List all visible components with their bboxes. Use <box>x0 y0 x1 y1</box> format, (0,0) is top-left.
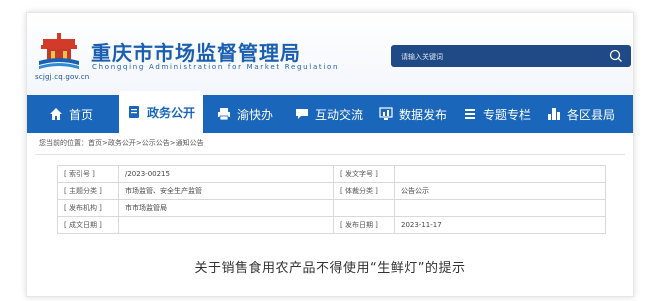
nav-item-special-topics[interactable]: 专题专栏 <box>463 95 531 133</box>
table-cell-value: 2023-11-17 <box>394 216 606 234</box>
table-row: [ 发布机构 ] 市市场监管局 <box>57 199 606 217</box>
chart-icon <box>379 107 393 120</box>
building-icon <box>548 108 560 120</box>
page-frame: scjgj.cq.gov.cn 重庆市市场监督管理局 Chongqing Adm… <box>26 12 634 297</box>
nav-item-home[interactable]: 首页 <box>49 95 93 133</box>
nav-item-government-affairs[interactable]: 政务公开 <box>119 91 204 133</box>
list-icon <box>465 109 475 119</box>
nav-item-label: 数据发布 <box>399 107 448 122</box>
search-input[interactable] <box>399 48 603 66</box>
table-cell-label: [ 发文字号 ] <box>333 165 395 183</box>
nav-item-data-release[interactable]: 数据发布 <box>379 95 447 133</box>
document-icon <box>129 106 139 118</box>
nav-item-district-bureaus[interactable]: 各区县局 <box>547 95 615 133</box>
table-cell-value: 市市场监管局 <box>118 199 334 217</box>
nav-item-label: 专题专栏 <box>483 107 532 122</box>
nav-item-label: 首页 <box>69 107 94 122</box>
nav-item-label: 渝快办 <box>237 107 274 122</box>
table-cell-label <box>333 199 395 217</box>
table-cell-value: 市场监管、安全生产监管 <box>118 182 334 200</box>
table-row: [ 索引号 ] /2023-00215 [ 发文字号 ] <box>57 165 606 183</box>
site-title[interactable]: 重庆市市场监督管理局 <box>91 37 301 66</box>
nav-item-interaction[interactable]: 互动交流 <box>295 95 363 133</box>
table-cell-value <box>118 216 334 234</box>
table-cell-value: /2023-00215 <box>118 165 334 183</box>
table-cell-value <box>394 199 606 217</box>
document-title: 关于销售食用农产品不得使用“生鲜灯”的提示 <box>194 261 466 276</box>
table-row: [ 成文日期 ] [ 发布日期 ] 2023-11-17 <box>57 216 606 234</box>
table-cell-value <box>394 165 606 183</box>
divider <box>35 154 625 155</box>
table-cell-value: 公告公示 <box>394 182 606 200</box>
chat-icon <box>296 109 308 119</box>
nav-item-label: 各区县局 <box>567 107 616 122</box>
site-domain: scjgj.cq.gov.cn <box>35 73 90 81</box>
home-icon <box>50 108 62 120</box>
nav-item-label: 政务公开 <box>147 105 196 120</box>
nav-item-yukuaiban[interactable]: 渝快办 <box>217 95 273 133</box>
table-cell-label: [ 成文日期 ] <box>57 216 119 234</box>
table-cell-label: [ 发布机构 ] <box>57 199 119 217</box>
table-cell-label: [ 索引号 ] <box>57 165 119 183</box>
table-cell-label: [ 体裁分类 ] <box>333 182 395 200</box>
table-cell-label: [ 发布日期 ] <box>333 216 395 234</box>
search-icon[interactable] <box>609 49 623 63</box>
search-box <box>391 45 631 67</box>
table-cell-label: [ 主题分类 ] <box>57 182 119 200</box>
site-subtitle: Chongqing Administration for Market Regu… <box>92 63 340 71</box>
printer-icon <box>218 108 230 121</box>
main-nav: 首页 政务公开 渝快办 互动交流 数据发布 专题专栏 各区县局 <box>27 91 633 133</box>
site-header: scjgj.cq.gov.cn 重庆市市场监督管理局 Chongqing Adm… <box>27 13 633 95</box>
document-info-table: [ 索引号 ] /2023-00215 [ 发文字号 ] [ 主题分类 ] 市场… <box>57 165 606 234</box>
nav-item-label: 互动交流 <box>315 107 364 122</box>
table-row: [ 主题分类 ] 市场监管、安全生产监管 [ 体裁分类 ] 公告公示 <box>57 182 606 200</box>
breadcrumb[interactable]: 您当前的位置：首页>政务公开>公示公告>通知公告 <box>39 138 204 148</box>
city-logo-icon[interactable] <box>37 31 81 71</box>
